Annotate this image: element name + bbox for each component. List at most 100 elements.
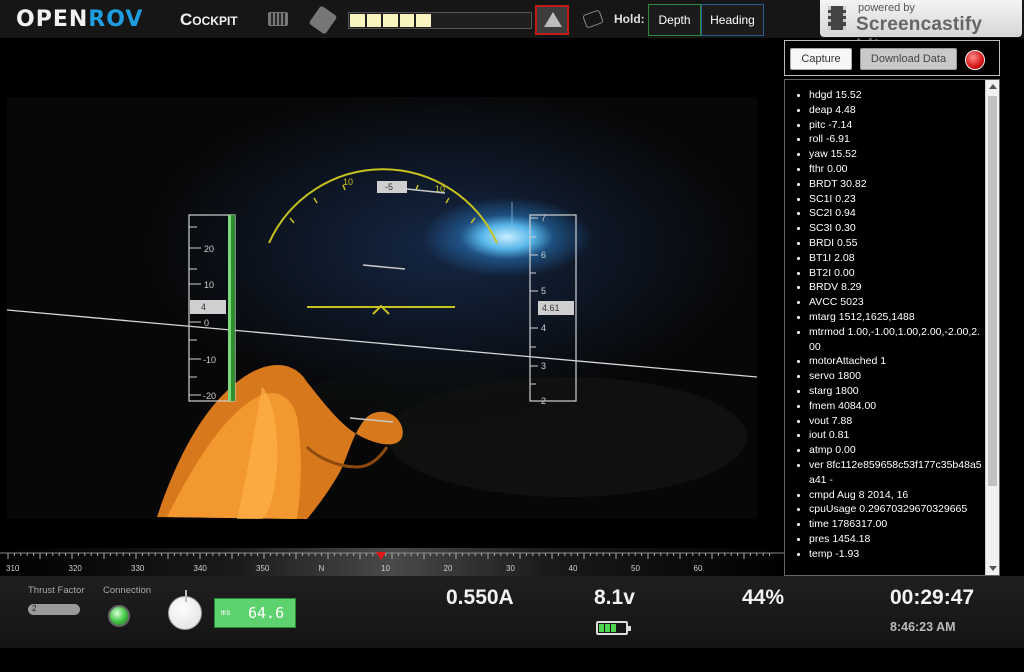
telemetry-item: ver 8fc112e859658c53f177c35b48a5a41 - — [785, 458, 985, 488]
keyboard-icon[interactable] — [268, 12, 288, 26]
telemetry-item: cmpd Aug 8 2014, 16 — [785, 488, 985, 503]
telemetry-item: BT2I 0.00 — [785, 266, 985, 281]
telemetry-item: SC1I 0.23 — [785, 192, 985, 207]
compass-scale: 310 320 330 340 350 N 10 20 30 40 50 60 — [0, 552, 784, 573]
telemetry-item: BRDI 0.55 — [785, 236, 985, 251]
thrust-segment — [515, 14, 530, 27]
telemetry-item: BRDT 30.82 — [785, 177, 985, 192]
scroll-thumb[interactable] — [988, 96, 997, 486]
camera-tilt-knob[interactable] — [168, 590, 202, 630]
lights-toggle-button[interactable] — [535, 5, 569, 35]
telemetry-item: motorAttached 1 — [785, 354, 985, 369]
alt-scale-2: 2 — [541, 396, 546, 406]
thrust-segment — [499, 14, 514, 27]
capture-button[interactable]: Capture — [790, 48, 852, 70]
telemetry-item: AVCC 5023 — [785, 295, 985, 310]
telemetry-item: vout 7.88 — [785, 414, 985, 429]
depth-scale-20: 20 — [204, 244, 214, 254]
compass-label: N — [319, 564, 325, 573]
top-bar: OPENROV Cockpit Hold: Depth Heading powe… — [0, 0, 1024, 57]
thrust-segment — [433, 14, 448, 27]
telemetry-item: BRDV 8.29 — [785, 280, 985, 295]
depth-scale-10: 10 — [204, 280, 214, 290]
heading-arc: 10 10 -5 — [268, 168, 498, 244]
scroll-down-icon[interactable] — [989, 566, 997, 571]
thrust-segment — [416, 14, 431, 27]
compass-label: 20 — [444, 564, 453, 573]
depth-scale-neg20: -20 — [203, 391, 216, 401]
telemetry-item: yaw 15.52 — [785, 147, 985, 162]
depth-value: 4 — [201, 302, 206, 312]
thrust-segment — [350, 14, 365, 27]
telemetry-item: starg 1800 — [785, 384, 985, 399]
latency-unit: ms — [221, 608, 231, 617]
download-data-button[interactable]: Download Data — [860, 48, 957, 70]
telemetry-scrollbar[interactable] — [985, 80, 999, 575]
telemetry-item: iout 0.81 — [785, 428, 985, 443]
app-title: Cockpit — [180, 10, 238, 29]
altitude-value: 4.61 — [542, 303, 560, 313]
screencastify-watermark: powered by Screencastify Lite — [820, 0, 1022, 57]
depth-gauge: 20 10 0 -10 -20 4 — [188, 214, 236, 402]
watermark-line1: powered by — [858, 2, 915, 14]
alt-scale-3: 3 — [541, 361, 546, 371]
hold-heading-button[interactable]: Heading — [701, 4, 764, 36]
hud-overlay: 10 10 -5 20 10 0 -10 -20 4 7 6 5 4 3 2 4… — [7, 168, 757, 519]
clock-readout: 8:46:23 AM — [890, 620, 956, 634]
telemetry-item: mtarg 1512,1625,1488 — [785, 310, 985, 325]
compass-label: 10 — [381, 564, 390, 573]
latency-value: 64.6 — [248, 604, 285, 622]
laser-icon[interactable] — [582, 9, 604, 29]
telemetry-item: pres 1454.18 — [785, 532, 985, 547]
horizon-line — [7, 309, 757, 378]
alt-scale-4: 4 — [541, 323, 546, 333]
thrust-segment — [482, 14, 497, 27]
current-readout: 0.550A — [446, 586, 514, 609]
status-bar: Thrust Factor 2 Connection ms 64.6 0.550… — [0, 576, 1024, 648]
compass-label: 30 — [506, 564, 515, 573]
battery-percent-readout: 44% — [742, 586, 785, 609]
logo-open-text: OPEN — [16, 7, 89, 32]
alt-scale-6: 6 — [541, 250, 546, 260]
thrust-level-bar — [348, 12, 532, 29]
compass-label: 60 — [694, 564, 703, 573]
telemetry-item: cpuUsage 0.29670329670329665 — [785, 502, 985, 517]
telemetry-item: roll -6.91 — [785, 132, 985, 147]
depth-scale-0: 0 — [204, 318, 209, 328]
compass-label: 330 — [131, 564, 145, 573]
depth-scale-neg10: -10 — [203, 355, 216, 365]
hold-label: Hold: — [614, 12, 645, 26]
hold-depth-button[interactable]: Depth — [648, 4, 701, 36]
telemetry-item: fthr 0.00 — [785, 162, 985, 177]
record-indicator[interactable] — [965, 50, 985, 70]
compass-label: 320 — [69, 564, 83, 573]
telemetry-list: hdgd 15.52 deap 4.48 pitc -7.14 roll -6.91 y… — [785, 88, 985, 562]
compass-label: 50 — [631, 564, 640, 573]
telemetry-item: deap 4.48 — [785, 103, 985, 118]
latency-display: ms 64.6 — [214, 598, 296, 628]
connection-label: Connection — [103, 585, 152, 596]
logo-rov-text: ROV — [88, 7, 144, 32]
arc-label-left: 10 — [343, 177, 353, 187]
telemetry-item: mtrmod 1.00,-1.00,1.00,2.00,-2.00,2.00 — [785, 325, 985, 355]
thrust-segment — [399, 14, 415, 27]
scroll-up-icon[interactable] — [989, 84, 997, 89]
telemetry-panel[interactable]: hdgd 15.52 deap 4.48 pitc -7.14 roll -6.91 y… — [784, 79, 1000, 576]
thrust-segment — [466, 14, 481, 27]
compass-label: 310 — [6, 564, 20, 573]
telemetry-item: temp -1.93 — [785, 547, 985, 562]
openrov-logo: OPENROV — [16, 7, 143, 32]
telemetry-item: BT1I 2.08 — [785, 251, 985, 266]
battery-icon — [596, 621, 631, 635]
heading-marker-icon — [376, 552, 386, 560]
gamepad-icon[interactable] — [308, 5, 338, 35]
telemetry-item: atmp 0.00 — [785, 443, 985, 458]
thrust-factor-slider[interactable]: 2 — [28, 604, 80, 615]
data-controls: Capture Download Data — [784, 40, 1000, 76]
arc-value: -5 — [385, 182, 393, 192]
crosshair — [307, 304, 455, 315]
telemetry-item: SC2I 0.94 — [785, 206, 985, 221]
thrust-segment — [366, 14, 382, 27]
compass-label: 340 — [194, 564, 208, 573]
compass-label: 350 — [256, 564, 270, 573]
